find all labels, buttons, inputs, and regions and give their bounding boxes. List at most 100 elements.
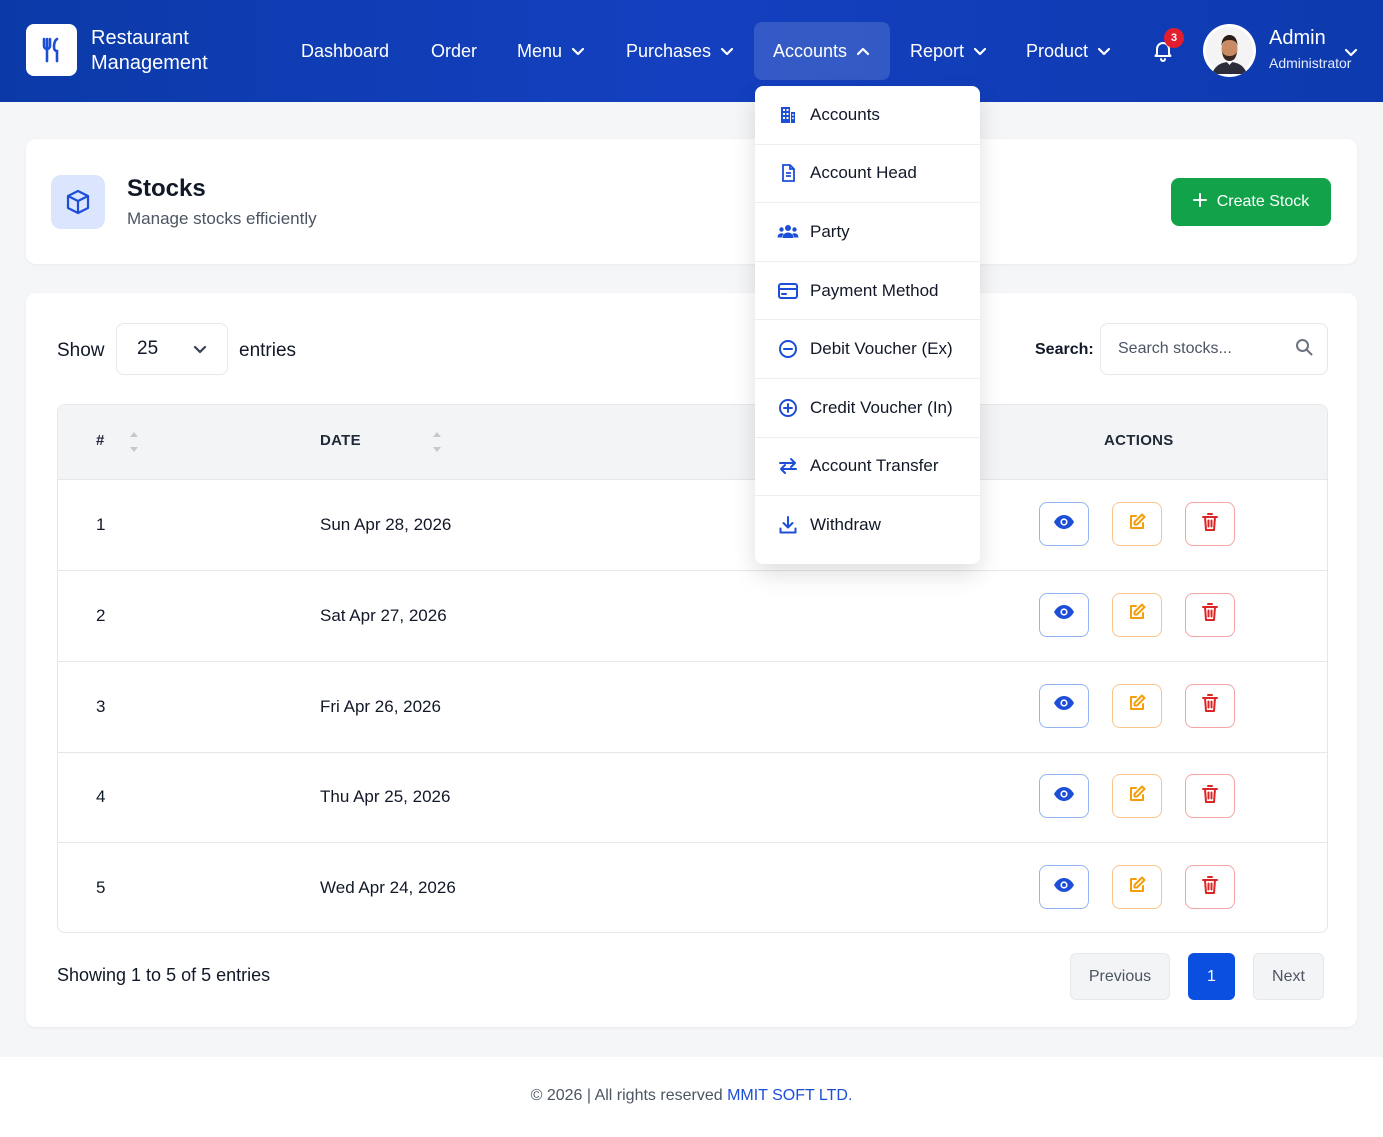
accounts-menu-item[interactable]: Accounts <box>755 86 980 145</box>
search-icon[interactable] <box>1295 338 1313 361</box>
entries-per-page-select[interactable]: 25 <box>116 323 228 375</box>
entries-label: entries <box>239 340 297 361</box>
delete-button[interactable] <box>1185 592 1235 637</box>
accounts-menu-item[interactable]: Party <box>755 203 980 262</box>
accounts-menu-item[interactable]: Payment Method <box>755 262 980 321</box>
edit-button[interactable] <box>1112 592 1162 637</box>
search-input[interactable] <box>1118 340 1288 358</box>
sort-icon[interactable] <box>432 429 442 455</box>
restaurant-logo[interactable] <box>26 24 77 76</box>
table-header: # DATE ACTIONS <box>58 405 1327 480</box>
building-icon <box>777 104 799 126</box>
view-button[interactable] <box>1039 774 1089 819</box>
row-date: Wed Apr 24, 2026 <box>320 878 456 898</box>
nav-dashboard-label: Dashboard <box>301 40 390 61</box>
row-number: 2 <box>96 605 106 625</box>
entries-value: 25 <box>137 338 159 359</box>
edit-icon <box>1127 512 1147 537</box>
footer-text: © 2026 | All rights reserved MMIT SOFT L… <box>0 1087 1383 1105</box>
row-number: 5 <box>96 878 106 898</box>
trash-icon <box>1201 875 1219 900</box>
edit-button[interactable] <box>1112 502 1162 546</box>
trash-icon <box>1201 693 1219 718</box>
row-number: 1 <box>96 515 106 534</box>
previous-page-button[interactable]: Previous <box>1070 953 1170 1000</box>
footer: © 2026 | All rights reserved MMIT SOFT L… <box>0 1057 1383 1137</box>
chevron-down-icon <box>1097 47 1111 56</box>
delete-button[interactable] <box>1185 865 1235 910</box>
nav-product[interactable]: Product <box>1026 22 1111 80</box>
sort-icon[interactable] <box>129 429 139 455</box>
edit-icon <box>1127 875 1147 900</box>
page-1-button[interactable]: 1 <box>1188 953 1235 1000</box>
nav-menu[interactable]: Menu <box>517 22 585 80</box>
accounts-menu-item[interactable]: Account Transfer <box>755 438 980 497</box>
accounts-dropdown-menu: Accounts Account Head Party Payment Method D… <box>755 86 980 564</box>
page-subtitle: Manage stocks efficiently <box>127 209 317 228</box>
avatar[interactable] <box>1203 24 1256 77</box>
nav-dashboard[interactable]: Dashboard <box>301 22 389 80</box>
view-button[interactable] <box>1039 865 1089 910</box>
top-navbar: Restaurant Management Dashboard Order Me… <box>0 0 1383 102</box>
chevron-up-icon <box>856 47 870 56</box>
edit-icon <box>1127 693 1147 718</box>
user-role: Administrator <box>1269 55 1352 71</box>
pagination-info: Showing 1 to 5 of 5 entries <box>57 965 271 985</box>
column-header-number[interactable]: # <box>96 432 105 449</box>
trash-icon <box>1201 602 1219 627</box>
chevron-down-icon <box>193 338 207 360</box>
nav-accounts[interactable]: Accounts <box>754 22 890 80</box>
edit-button[interactable] <box>1112 774 1162 819</box>
accounts-menu-item[interactable]: Account Head <box>755 145 980 204</box>
accounts-menu-item-label: Party <box>810 221 850 241</box>
nav-product-label: Product <box>1026 40 1089 61</box>
edit-icon <box>1127 602 1147 627</box>
user-name[interactable]: Admin <box>1269 27 1326 50</box>
accounts-menu-item[interactable]: Withdraw <box>755 496 980 555</box>
row-number: 3 <box>96 696 106 716</box>
table-row: 4 Thu Apr 25, 2026 <box>58 752 1327 844</box>
row-date: Sat Apr 27, 2026 <box>320 605 447 625</box>
nav-purchases[interactable]: Purchases <box>626 22 734 80</box>
nav-menu-label: Menu <box>517 40 563 61</box>
next-page-button[interactable]: Next <box>1253 953 1324 1000</box>
nav-report[interactable]: Report <box>910 22 987 80</box>
table-row: 3 Fri Apr 26, 2026 <box>58 662 1327 753</box>
chevron-down-icon <box>973 47 987 56</box>
eye-icon <box>1053 514 1075 535</box>
search-box <box>1100 323 1328 375</box>
notification-badge: 3 <box>1164 28 1184 48</box>
delete-button[interactable] <box>1185 502 1235 546</box>
accounts-menu-item-label: Payment Method <box>810 280 939 300</box>
transfer-icon <box>777 455 799 477</box>
accounts-menu-item[interactable]: Credit Voucher (In) <box>755 379 980 438</box>
view-button[interactable] <box>1039 502 1089 546</box>
accounts-menu-item[interactable]: Debit Voucher (Ex) <box>755 320 980 379</box>
nav-order-label: Order <box>431 40 478 61</box>
trash-icon <box>1201 784 1219 809</box>
table-row: 2 Sat Apr 27, 2026 <box>58 571 1327 662</box>
accounts-menu-item-label: Withdraw <box>810 515 881 535</box>
column-header-date[interactable]: DATE <box>320 432 361 449</box>
plus-icon <box>1192 192 1207 212</box>
edit-button[interactable] <box>1112 865 1162 910</box>
accounts-menu-item-label: Credit Voucher (In) <box>810 397 953 417</box>
accounts-menu-item-label: Debit Voucher (Ex) <box>810 339 953 359</box>
view-button[interactable] <box>1039 592 1089 637</box>
table-row: 1 Sun Apr 28, 2026 <box>58 480 1327 571</box>
delete-button[interactable] <box>1185 774 1235 819</box>
brand-name[interactable]: Restaurant Management <box>91 26 208 76</box>
minus-circle-icon <box>777 338 799 360</box>
edit-button[interactable] <box>1112 683 1162 728</box>
create-stock-button[interactable]: Create Stock <box>1171 178 1331 226</box>
user-avatar-icon <box>1204 25 1255 76</box>
chevron-down-icon[interactable] <box>1344 44 1358 62</box>
credit-card-icon <box>777 280 799 302</box>
nav-order[interactable]: Order <box>431 22 477 80</box>
company-link[interactable]: MMIT SOFT LTD. <box>727 1087 852 1104</box>
document-icon <box>777 162 799 184</box>
delete-button[interactable] <box>1185 683 1235 728</box>
brand-line-2: Management <box>91 52 208 74</box>
view-button[interactable] <box>1039 683 1089 728</box>
eye-icon <box>1053 695 1075 716</box>
